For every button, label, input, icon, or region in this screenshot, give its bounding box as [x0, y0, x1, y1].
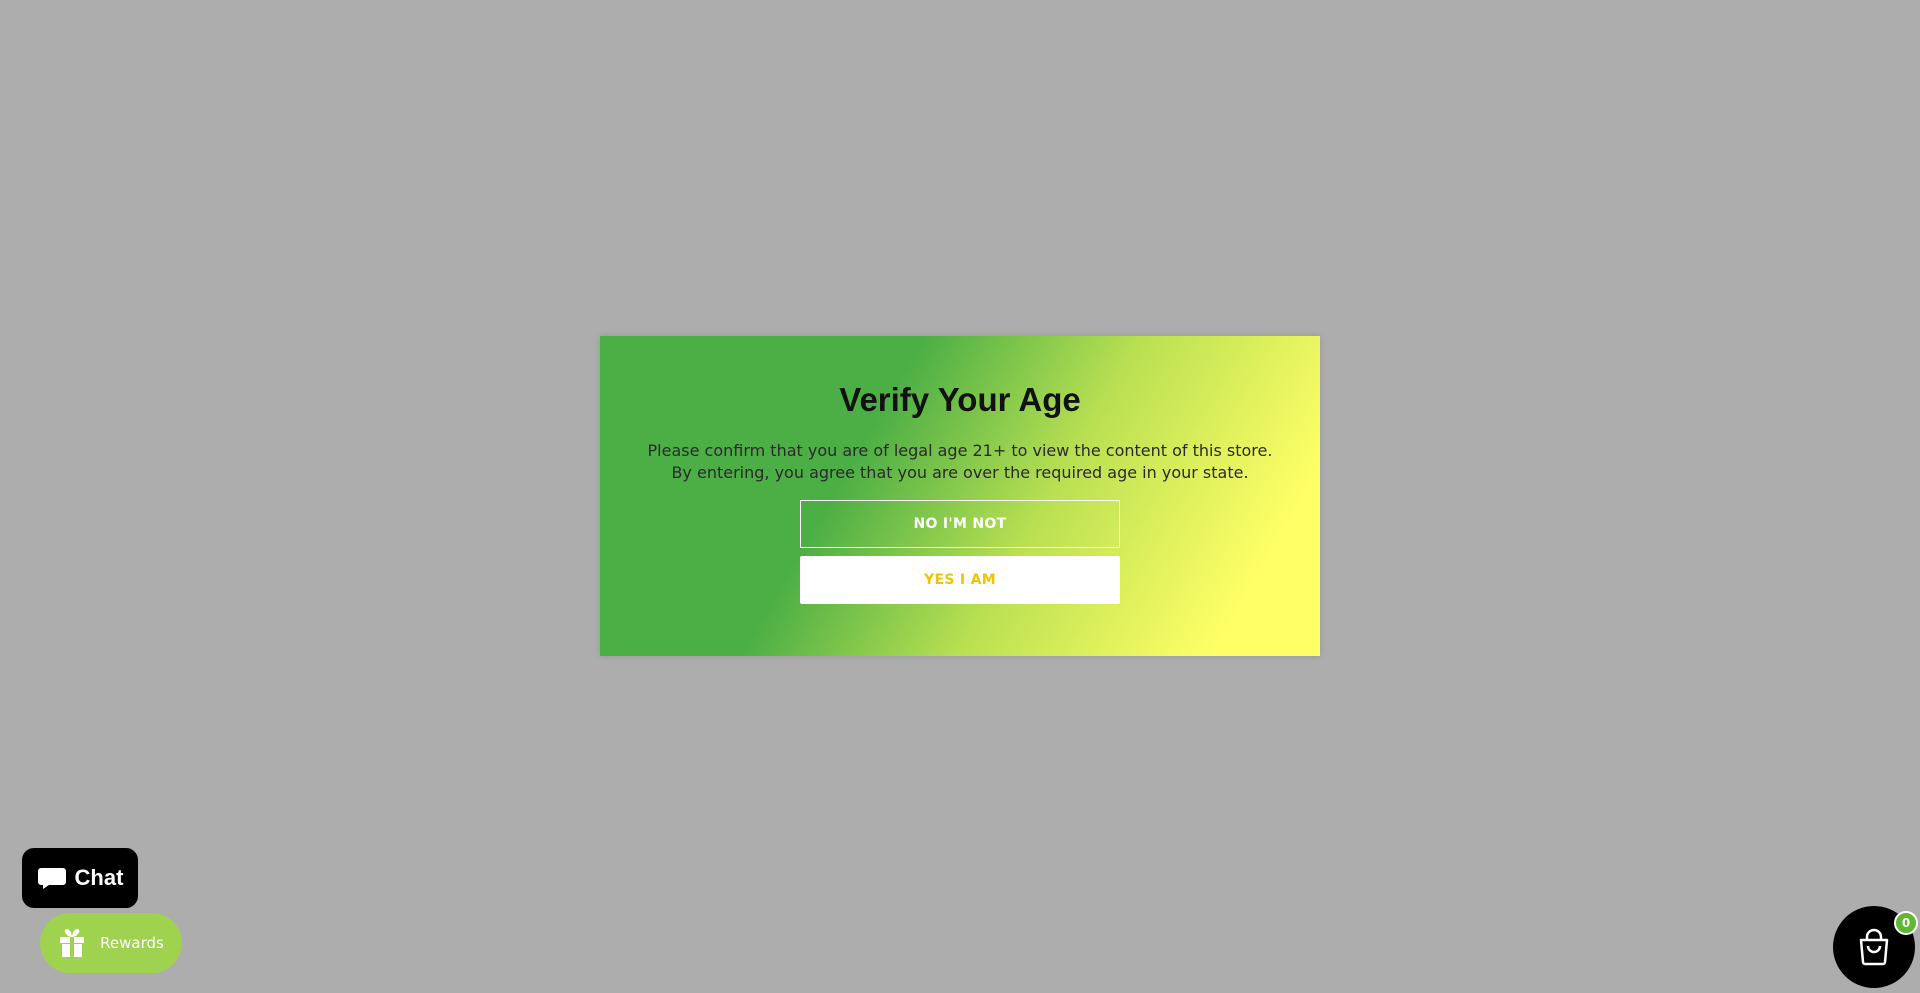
rewards-label: Rewards [100, 934, 164, 952]
chat-label: Chat [74, 865, 124, 890]
rewards-button[interactable]: Rewards [40, 913, 182, 973]
age-verification-modal: Verify Your Age Please confirm that you … [600, 336, 1320, 656]
chat-bubble-icon [37, 866, 67, 890]
shopping-bag-icon [1856, 928, 1892, 966]
cart-count-badge: 0 [1894, 911, 1918, 935]
gift-icon [58, 928, 86, 958]
confirm-age-button[interactable]: YES I AM [800, 556, 1120, 604]
decline-age-button[interactable]: NO I'M NOT [800, 500, 1120, 548]
modal-title: Verify Your Age [839, 381, 1081, 418]
modal-message: Please confirm that you are of legal age… [647, 441, 1273, 482]
chat-button[interactable]: Chat [22, 848, 138, 908]
